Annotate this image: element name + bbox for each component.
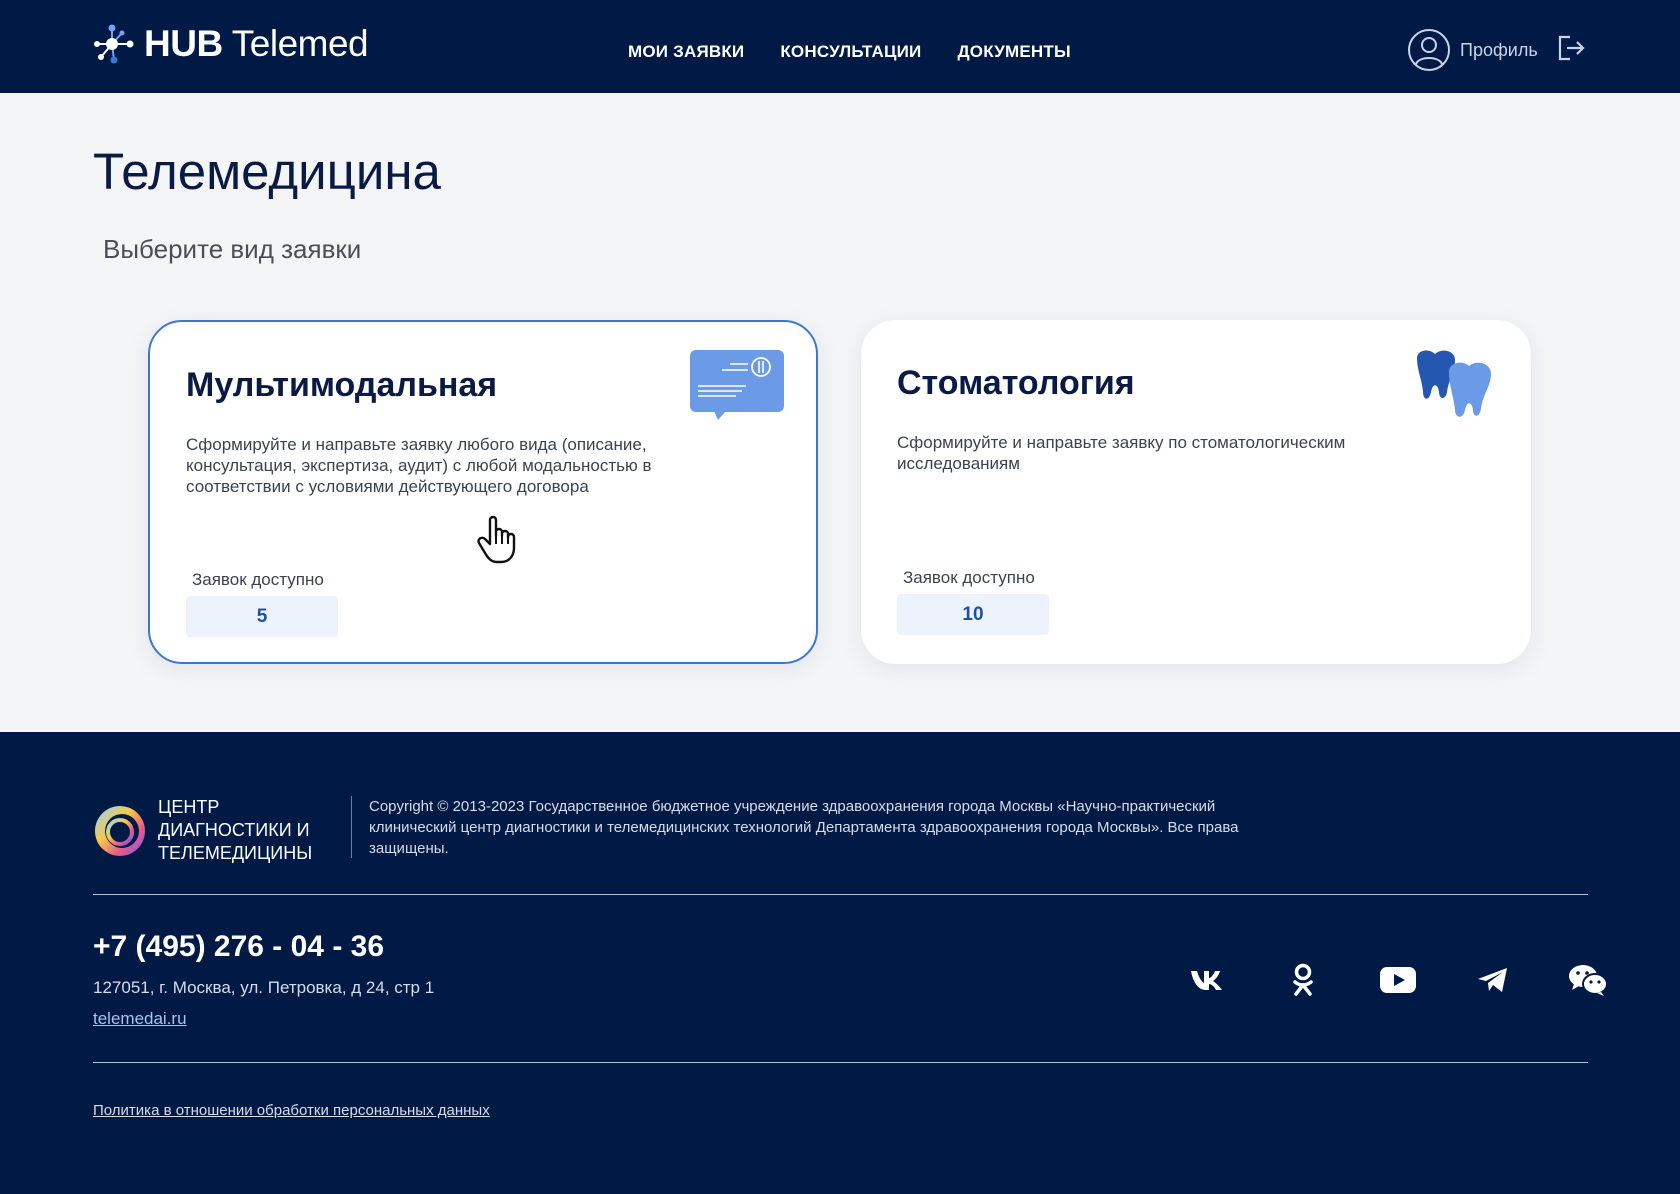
profile-label: Профиль: [1460, 39, 1538, 60]
website-link[interactable]: telemedai.ru: [93, 1009, 187, 1029]
available-count-badge: 5: [186, 596, 338, 637]
card-title: Стоматология: [897, 364, 1135, 402]
page-subtitle: Выберите вид заявки: [103, 234, 362, 264]
card-description: Сформируйте и направьте заявку любого ви…: [186, 435, 652, 496]
odnoklassniki-icon: [1292, 963, 1313, 996]
copyright-text: Copyright © 2013-2023 Государственное бю…: [369, 798, 1239, 857]
main-nav: МОИ ЗАЯВКИ КОНСУЛЬТАЦИИ ДОКУМЕНТЫ: [628, 42, 1071, 62]
footer-divider-vertical: [351, 796, 352, 858]
nav-my-requests[interactable]: МОИ ЗАЯВКИ: [628, 42, 744, 62]
teeth-icon: [1417, 350, 1491, 417]
available-label: Заявок доступно: [903, 568, 1035, 587]
footer-divider: [93, 1062, 1588, 1063]
contact-phone[interactable]: +7 (495) 276 - 04 - 36: [93, 930, 384, 964]
nav-documents[interactable]: ДОКУМЕНТЫ: [957, 42, 1070, 62]
request-type-card-dentistry[interactable]: Стоматология Сформируйте и направьте зая…: [861, 320, 1531, 664]
odnoklassniki-link[interactable]: [1255, 958, 1350, 1002]
youtube-icon: [1379, 967, 1416, 993]
hand-pointer-cursor-icon: [477, 515, 516, 564]
request-type-card-multimodal[interactable]: Мультимодальная Сформируйте и направьте …: [148, 320, 818, 664]
available-count-badge: 10: [897, 594, 1049, 635]
profile-link[interactable]: Профиль: [1407, 28, 1538, 72]
social-links: [1160, 958, 1635, 1002]
molecule-logo-icon: [94, 24, 134, 64]
logo-text: HUB Telemed: [144, 23, 369, 64]
footer-divider: [93, 894, 1588, 895]
hub-telemed-logo[interactable]: HUB Telemed: [92, 22, 369, 66]
wechat-icon: [1568, 965, 1608, 996]
youtube-link[interactable]: [1350, 958, 1445, 1002]
page-title: Телемедицина: [93, 143, 441, 200]
privacy-policy-link[interactable]: Политика в отношении обработки персональ…: [93, 1102, 490, 1119]
vk-link[interactable]: [1160, 958, 1255, 1002]
user-avatar-icon: [1408, 29, 1450, 71]
org-logo[interactable]: Центр диагностики и телемедицины: [93, 796, 348, 865]
vk-icon: [1190, 971, 1222, 990]
org-name: Центр диагностики и телемедицины: [158, 797, 313, 863]
nav-consultations[interactable]: КОНСУЛЬТАЦИИ: [780, 42, 921, 62]
telegram-link[interactable]: [1445, 958, 1540, 1002]
chat-document-icon: [690, 350, 784, 420]
logout-icon: [1558, 35, 1585, 61]
center-diagnostics-logo-icon: [95, 805, 145, 856]
card-title: Мультимодальная: [186, 366, 498, 404]
logout-button[interactable]: [1556, 34, 1586, 67]
top-header: HUB Telemed МОИ ЗАЯВКИ КОНСУЛЬТАЦИИ ДОКУ…: [0, 0, 1680, 93]
footer: Центр диагностики и телемедицины Copyrig…: [0, 732, 1680, 1194]
telegram-icon: [1477, 968, 1507, 992]
contact-address: 127051, г. Москва, ул. Петровка, д 24, с…: [93, 978, 435, 997]
card-description: Сформируйте и направьте заявку по стомат…: [897, 433, 1346, 473]
available-label: Заявок доступно: [192, 570, 324, 589]
wechat-link[interactable]: [1540, 958, 1635, 1002]
